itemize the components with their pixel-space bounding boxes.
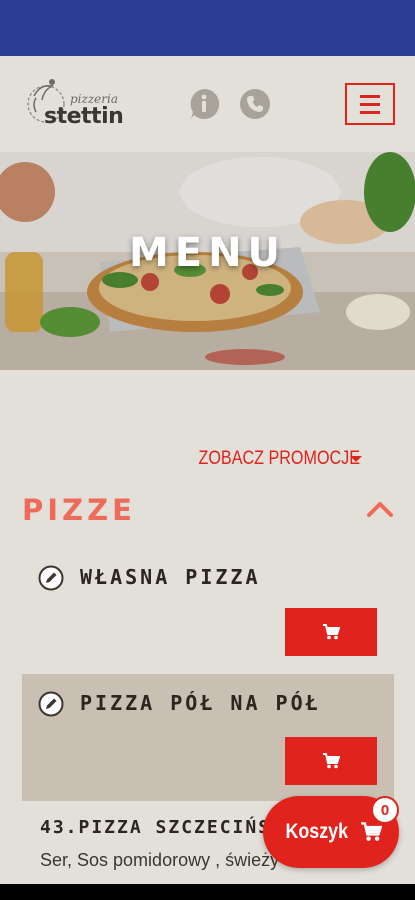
caret-down-icon[interactable]: [350, 456, 362, 462]
logo[interactable]: pizzeria stettin: [22, 74, 132, 134]
menu-item-name: PIZZA PÓŁ NA PÓŁ: [80, 691, 321, 715]
cart-icon: [323, 624, 340, 640]
status-bar: [0, 0, 415, 56]
hamburger-line: [360, 110, 380, 114]
menu-item-custom-pizza[interactable]: WŁASNA PIZZA: [22, 545, 394, 672]
category-title[interactable]: PIZZE: [22, 493, 136, 527]
hamburger-line: [360, 102, 380, 106]
header: pizzeria stettin: [0, 56, 415, 152]
edit-icon: [38, 565, 64, 591]
cart-icon: [360, 822, 382, 841]
cart-icon: [323, 753, 340, 769]
edit-icon: [38, 691, 64, 717]
logo-title: stettin: [44, 104, 124, 129]
hero-banner: MENU: [0, 152, 415, 370]
hero-title: MENU: [128, 230, 287, 276]
hamburger-menu-button[interactable]: [345, 83, 395, 125]
promotions-link[interactable]: ZOBACZ PROMOCJE: [198, 448, 360, 470]
menu-item-name: WŁASNA PIZZA: [80, 565, 261, 589]
product-name[interactable]: 43.PIZZA SZCZECIŃS: [40, 817, 271, 838]
navigation-bar: [0, 884, 415, 900]
chevron-up-icon[interactable]: [366, 500, 394, 518]
hamburger-line: [360, 94, 380, 98]
add-to-cart-button[interactable]: [285, 737, 377, 785]
cart-count-badge: 0: [371, 796, 399, 824]
info-icon[interactable]: [188, 88, 220, 120]
menu-item-half-half-pizza[interactable]: PIZZA PÓŁ NA PÓŁ: [22, 674, 394, 801]
phone-icon[interactable]: [239, 88, 271, 120]
cart-button-label: Koszyk: [285, 820, 349, 843]
product-description: Ser, Sos pomidorowy , świeży: [40, 850, 280, 870]
add-to-cart-button[interactable]: [285, 608, 377, 656]
